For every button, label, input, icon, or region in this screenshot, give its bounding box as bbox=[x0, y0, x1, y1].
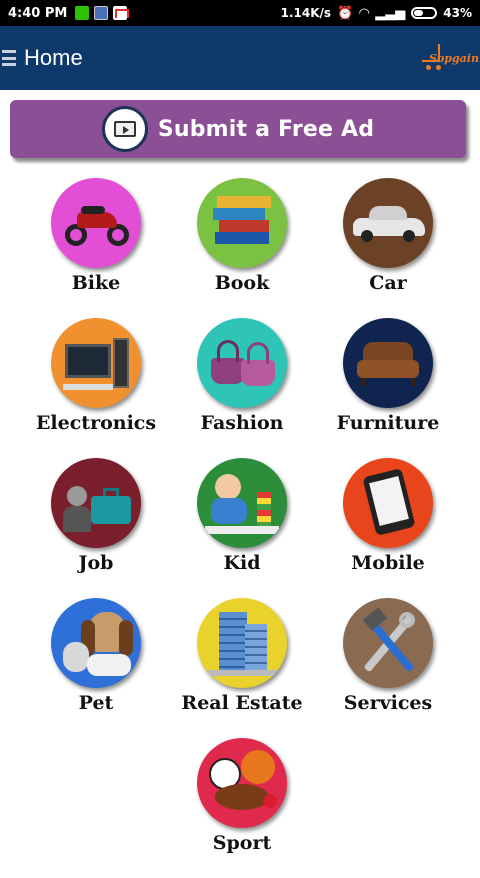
submit-free-ad-button[interactable]: Submit a Free Ad bbox=[10, 100, 466, 158]
category-label: Electronics bbox=[35, 412, 157, 434]
books-icon bbox=[197, 178, 287, 268]
category-book[interactable]: Book bbox=[162, 178, 322, 318]
category-electronics[interactable]: Electronics bbox=[16, 318, 176, 458]
car-icon bbox=[343, 178, 433, 268]
category-services[interactable]: Services bbox=[308, 598, 468, 738]
category-label: Job bbox=[78, 552, 114, 574]
category-mobile[interactable]: Mobile bbox=[308, 458, 468, 598]
category-label: Bike bbox=[71, 272, 121, 294]
smartphone-icon bbox=[343, 458, 433, 548]
submit-ad-label: Submit a Free Ad bbox=[157, 116, 375, 142]
category-label: Furniture bbox=[336, 412, 440, 434]
category-job[interactable]: Job bbox=[16, 458, 176, 598]
wifi-icon: ◠ bbox=[359, 5, 370, 21]
category-label: Book bbox=[214, 272, 270, 294]
page-title: Home bbox=[24, 45, 83, 70]
building-icon bbox=[197, 598, 287, 688]
network-speed: 1.14K/s bbox=[280, 6, 332, 20]
category-kid[interactable]: Kid bbox=[162, 458, 322, 598]
tools-icon bbox=[343, 598, 433, 688]
status-bar: 4:40 PM 1.14K/s ⏰ ◠ ▂▃▅ 43% bbox=[0, 0, 480, 26]
category-pet[interactable]: Pet bbox=[16, 598, 176, 738]
category-bike[interactable]: Bike bbox=[16, 178, 176, 318]
brand-logo: Sopgain bbox=[420, 38, 479, 78]
alarm-icon: ⏰ bbox=[337, 5, 354, 21]
category-label: Services bbox=[343, 692, 433, 714]
category-car[interactable]: Car bbox=[308, 178, 468, 318]
category-label: Mobile bbox=[351, 552, 425, 574]
logo-text: Sopgain bbox=[429, 52, 479, 65]
app-icon bbox=[94, 6, 109, 20]
app-bar: Home Sopgain bbox=[0, 26, 480, 90]
status-time: 4:40 PM bbox=[8, 5, 68, 21]
baby-icon bbox=[197, 458, 287, 548]
signal-icon: ▂▃▅ bbox=[375, 5, 406, 21]
armchair-icon bbox=[343, 318, 433, 408]
category-label: Kid bbox=[223, 552, 261, 574]
category-label: Fashion bbox=[200, 412, 284, 434]
category-sport[interactable]: Sport bbox=[162, 738, 322, 878]
status-right: 1.14K/s ⏰ ◠ ▂▃▅ 43% bbox=[281, 6, 472, 21]
category-label: Sport bbox=[212, 832, 272, 854]
category-label: Real Estate bbox=[181, 692, 303, 714]
category-fashion[interactable]: Fashion bbox=[162, 318, 322, 458]
gmail-icon bbox=[113, 6, 128, 20]
wechat-icon bbox=[75, 6, 90, 20]
category-label: Car bbox=[369, 272, 407, 294]
video-screen-icon bbox=[101, 106, 148, 152]
handbag-icon bbox=[197, 318, 287, 408]
dog-cat-icon bbox=[51, 598, 141, 688]
motorbike-icon bbox=[51, 178, 141, 268]
computer-icon bbox=[51, 318, 141, 408]
briefcase-icon bbox=[51, 458, 141, 548]
category-label: Pet bbox=[78, 692, 114, 714]
category-real-estate[interactable]: Real Estate bbox=[162, 598, 322, 738]
menu-icon[interactable] bbox=[2, 50, 16, 66]
category-furniture[interactable]: Furniture bbox=[308, 318, 468, 458]
balls-icon bbox=[197, 738, 287, 828]
battery-icon bbox=[411, 7, 438, 19]
battery-percent: 43% bbox=[443, 6, 472, 20]
